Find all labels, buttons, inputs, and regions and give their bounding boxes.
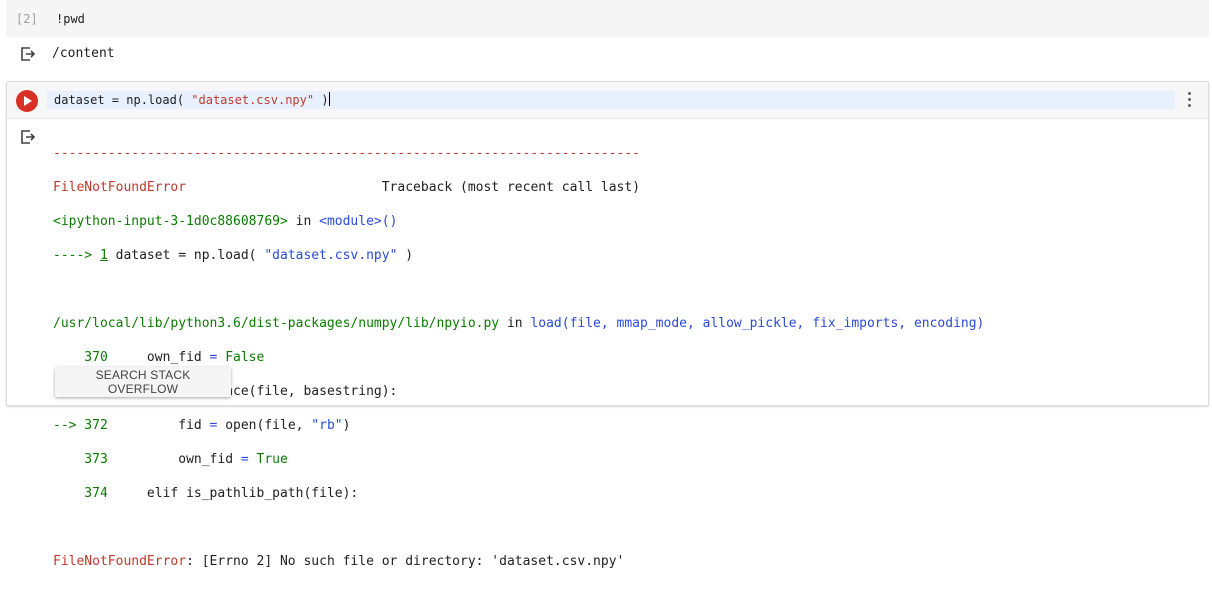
cell-2-code[interactable]: dataset = np.load( "dataset.csv.npy" ) <box>54 92 330 107</box>
traceback-divider: ----------------------------------------… <box>53 146 640 161</box>
output-arrow-icon[interactable] <box>20 47 36 61</box>
traceback-line-373: 373 own_fid = True <box>53 452 288 467</box>
traceback-line-370: 370 own_fid = False <box>53 350 265 365</box>
cell-2-input[interactable]: dataset = np.load( "dataset.csv.npy" ) <box>7 82 1208 119</box>
traceback-final-error: FileNotFoundError: [Errno 2] No such fil… <box>53 554 625 569</box>
cell-1-code[interactable]: !pwd <box>56 12 85 26</box>
text-cursor <box>328 92 330 106</box>
play-icon[interactable] <box>16 90 38 112</box>
output-arrow-icon[interactable] <box>20 130 36 144</box>
traceback-line-372: --> 372 fid = open(file, "rb") <box>53 418 351 433</box>
cell-1-output: /content <box>52 46 115 61</box>
code-cell-1[interactable]: [2] !pwd <box>6 0 1209 37</box>
more-vert-icon[interactable] <box>1188 92 1192 110</box>
traceback: ----------------------------------------… <box>53 128 984 604</box>
traceback-header: FileNotFoundError Traceback (most recent… <box>53 180 641 195</box>
traceback-file-line: /usr/local/lib/python3.6/dist-packages/n… <box>53 316 985 331</box>
search-stack-overflow-button[interactable]: SEARCH STACK OVERFLOW <box>55 367 231 397</box>
code-cell-2[interactable]: dataset = np.load( "dataset.csv.npy" ) -… <box>6 81 1209 569</box>
traceback-arrow-line: ----> 1 dataset = np.load( "dataset.csv.… <box>53 248 414 263</box>
execution-count: [2] <box>16 12 38 26</box>
traceback-line-374: 374 elif is_pathlib_path(file): <box>53 486 359 501</box>
traceback-input-ref: <ipython-input-3-1d0c88608769> in <modul… <box>53 214 398 229</box>
